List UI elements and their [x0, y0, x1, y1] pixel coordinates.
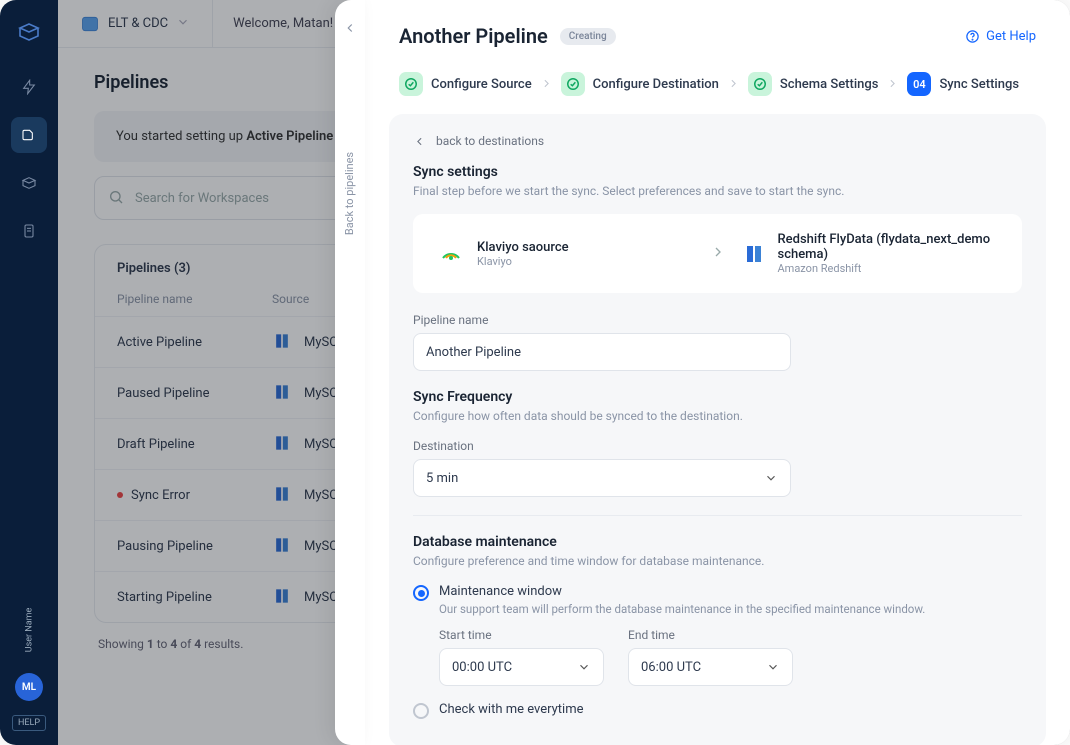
- end-time-label: End time: [628, 628, 793, 642]
- maintenance-title: Database maintenance: [413, 534, 1022, 550]
- radio-maintenance-window[interactable]: Maintenance window Our support team will…: [413, 584, 1022, 616]
- divider: [413, 515, 1022, 516]
- klaviyo-logo-icon: [437, 240, 465, 268]
- app-logo: [17, 20, 41, 44]
- radio-check-everytime[interactable]: Check with me everytime: [413, 702, 1022, 719]
- radio-icon: [413, 585, 429, 601]
- chevron-down-icon: [577, 660, 591, 674]
- sync-frequency-subtitle: Configure how often data should be synce…: [413, 409, 1022, 423]
- maintenance-subtitle: Configure preference and time window for…: [413, 554, 1022, 568]
- radio-icon: [413, 703, 429, 719]
- destination-name: Redshift FlyData (flydata_next_demo sche…: [778, 232, 999, 262]
- sync-frequency-title: Sync Frequency: [413, 389, 1022, 405]
- back-to-destinations-link[interactable]: back to destinations: [413, 134, 1022, 148]
- redshift-logo-icon: [742, 240, 766, 268]
- collapse-panel-label: Back to pipelines: [344, 152, 357, 235]
- status-badge: Creating: [560, 28, 616, 45]
- check-icon: [748, 72, 772, 96]
- nav-docs-icon[interactable]: [11, 213, 47, 249]
- source-destination-card: Klaviyo saource Klaviyo: [413, 214, 1022, 293]
- frequency-label: Destination: [413, 439, 1022, 453]
- start-time-select[interactable]: 00:00 UTC: [439, 648, 604, 686]
- step-configure-source[interactable]: Configure Source: [399, 72, 532, 96]
- end-time-select[interactable]: 06:00 UTC: [628, 648, 793, 686]
- sync-settings-subtitle: Final step before we start the sync. Sel…: [413, 184, 1022, 198]
- destination-type: Amazon Redshift: [778, 262, 999, 275]
- help-chip[interactable]: HELP: [12, 715, 46, 731]
- pipeline-name-input[interactable]: [413, 333, 791, 371]
- check-icon: [561, 72, 585, 96]
- step-sync-settings[interactable]: 04 Sync Settings: [907, 72, 1019, 96]
- start-time-label: Start time: [439, 628, 604, 642]
- chevron-down-icon: [764, 471, 778, 485]
- source-name: Klaviyo saource: [477, 240, 569, 255]
- chevron-right-icon: [727, 75, 740, 94]
- avatar[interactable]: ML: [15, 673, 43, 701]
- nav-sources-icon[interactable]: [11, 165, 47, 201]
- step-configure-destination[interactable]: Configure Destination: [561, 72, 719, 96]
- nav-bolt-icon[interactable]: [11, 69, 47, 105]
- collapse-panel-icon[interactable]: [343, 20, 357, 39]
- frequency-select[interactable]: 5 min: [413, 459, 791, 497]
- source-type: Klaviyo: [477, 255, 569, 268]
- pipeline-name-label: Pipeline name: [413, 313, 1022, 327]
- step-number-badge: 04: [907, 72, 931, 96]
- get-help-link[interactable]: Get Help: [965, 29, 1036, 44]
- chevron-down-icon: [766, 660, 780, 674]
- sync-settings-title: Sync settings: [413, 164, 1022, 180]
- arrow-right-icon: [710, 244, 726, 264]
- stepper: Configure Source Configure Destination S…: [365, 62, 1070, 114]
- chevron-right-icon: [886, 75, 899, 94]
- help-circle-icon: [965, 29, 980, 44]
- check-icon: [399, 72, 423, 96]
- user-name-label: User Name: [24, 608, 34, 653]
- step-schema-settings[interactable]: Schema Settings: [748, 72, 879, 96]
- chevron-left-icon: [413, 135, 426, 148]
- nav-pipelines-icon[interactable]: [11, 117, 47, 153]
- chevron-right-icon: [540, 75, 553, 94]
- panel-title: Another Pipeline: [399, 24, 548, 48]
